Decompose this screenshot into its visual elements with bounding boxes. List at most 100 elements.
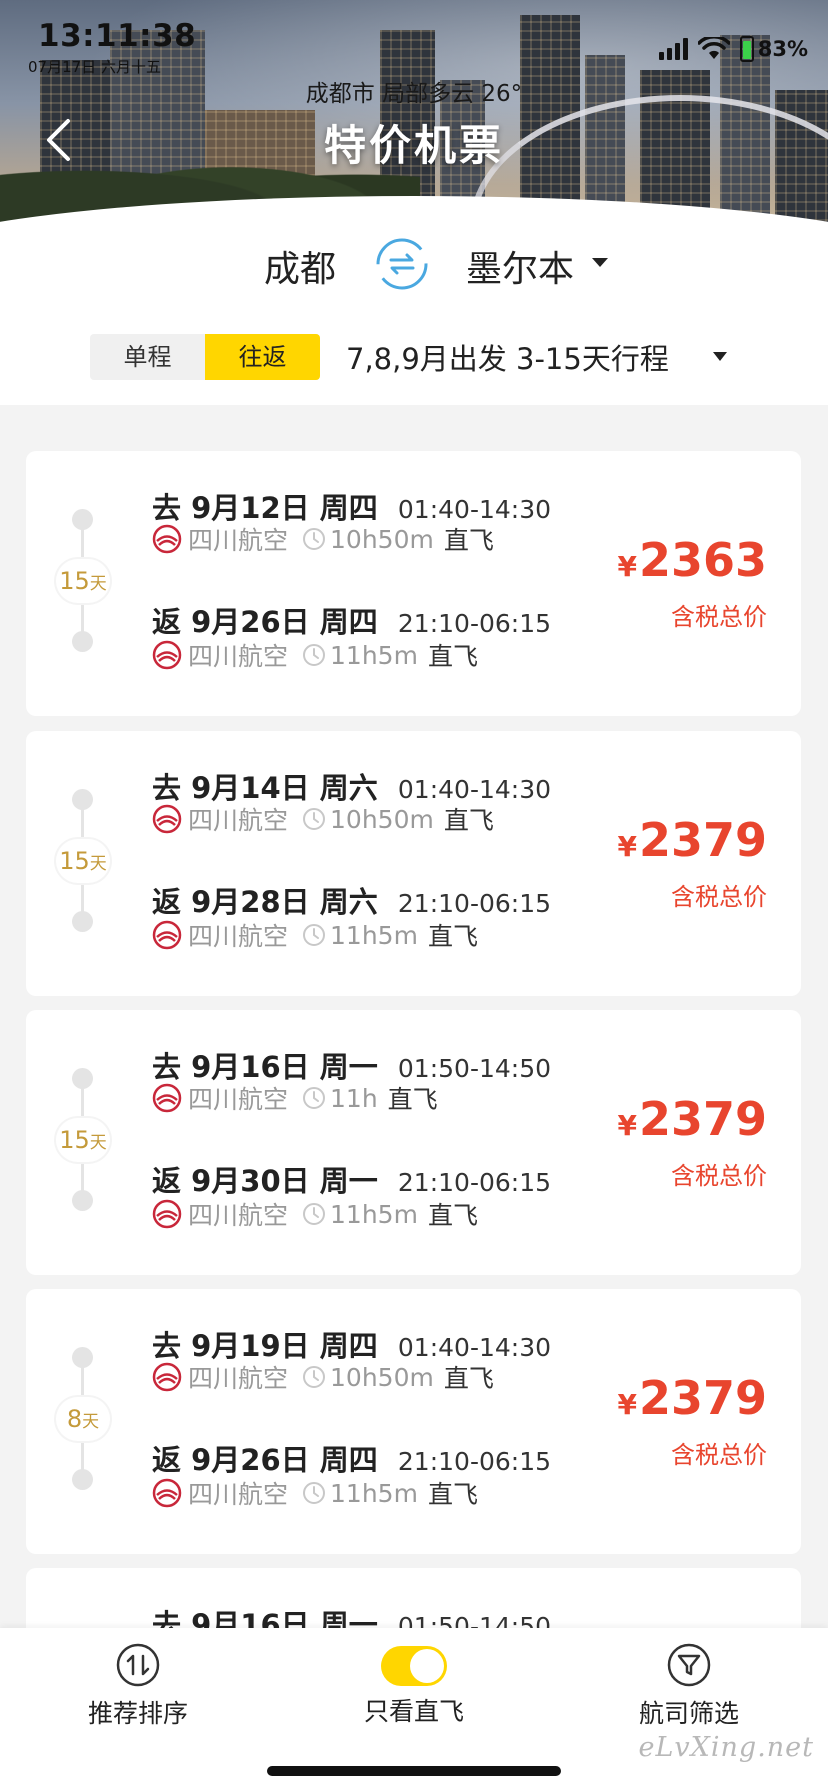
- return-leg-details: 四川航空 11h5m 直飞: [152, 1475, 478, 1511]
- flight-type: 直飞: [427, 642, 478, 671]
- wifi-icon: [697, 37, 730, 59]
- flight-duration: 11h5m: [330, 640, 418, 670]
- trip-days-value: 15: [59, 847, 90, 875]
- leg-direction: 去: [152, 1050, 182, 1084]
- flight-type: 直飞: [443, 526, 494, 555]
- destination-city[interactable]: 墨尔本: [466, 240, 574, 292]
- airline-filter-label: 航司筛选: [638, 1699, 739, 1728]
- leg-date: 9月19日: [191, 1329, 310, 1363]
- leg-weekday: 周四: [319, 1329, 378, 1363]
- price-value: 2379: [638, 813, 767, 867]
- flight-type: 直飞: [427, 922, 478, 951]
- sort-tab[interactable]: 推荐排序: [38, 1642, 238, 1730]
- flight-duration: 11h5m: [330, 1478, 418, 1508]
- trip-days-unit: 天: [82, 1412, 100, 1432]
- leg-weekday: 周六: [319, 771, 378, 805]
- leg-direction: 去: [152, 491, 182, 525]
- leg-times: 21:10-06:15: [397, 1447, 552, 1476]
- flight-card[interactable]: 8天 去 9月19日 周四 01:40-14:30 四川航空 10h50m 直飞…: [26, 1289, 801, 1554]
- leg-weekday: 周四: [319, 605, 378, 639]
- airline-name: 四川航空: [188, 1480, 289, 1509]
- timeline-dot-outbound: [72, 509, 93, 530]
- trip-type-toggle: 单程 往返: [90, 334, 320, 380]
- leg-date: 9月26日: [191, 605, 310, 639]
- destination-dropdown-caret-icon[interactable]: [592, 258, 608, 267]
- return-leg-details: 四川航空 11h5m 直飞: [152, 1196, 478, 1232]
- sort-label: 推荐排序: [87, 1699, 188, 1728]
- status-indicators: 83%: [658, 36, 808, 62]
- direct-only-toggle[interactable]: [381, 1646, 447, 1686]
- leg-times: 21:10-06:15: [397, 609, 552, 638]
- trip-days-badge: 8天: [56, 1397, 110, 1441]
- flight-type: 直飞: [443, 806, 494, 835]
- currency-symbol: ¥: [617, 550, 637, 583]
- leg-date: 9月16日: [191, 1050, 310, 1084]
- site-watermark: eLvXing.net: [638, 1732, 814, 1763]
- date-range-caret-icon[interactable]: [713, 352, 727, 361]
- timeline-dot-return: [72, 911, 93, 932]
- outbound-leg-details: 四川航空 10h50m 直飞: [152, 1359, 494, 1395]
- currency-symbol: ¥: [617, 830, 637, 863]
- leg-direction: 返: [152, 885, 182, 919]
- trip-days-unit: 天: [89, 574, 107, 594]
- clock-icon: [303, 528, 326, 550]
- timeline-dot-return: [72, 631, 93, 652]
- leg-direction: 返: [152, 1443, 182, 1477]
- flight-card[interactable]: 15天 去 9月12日 周四 01:40-14:30 四川航空 10h50m 直…: [26, 451, 801, 716]
- trip-type-oneway[interactable]: 单程: [90, 334, 205, 380]
- status-time: 13:11:38: [38, 18, 197, 54]
- flight-duration: 11h5m: [330, 920, 418, 950]
- leg-direction: 返: [152, 605, 182, 639]
- leg-weekday: 周四: [319, 1443, 378, 1477]
- direct-only-tab[interactable]: 只看直飞: [314, 1642, 514, 1728]
- leg-direction: 返: [152, 1164, 182, 1198]
- date-range-filter[interactable]: 7,8,9月出发 3-15天行程: [346, 336, 669, 378]
- clock-icon: [303, 1482, 326, 1504]
- timeline-dot-return: [72, 1190, 93, 1211]
- sichuan-airlines-logo-icon: [152, 1199, 182, 1229]
- flight-type: 直飞: [427, 1480, 478, 1509]
- price: ¥2379: [617, 1092, 767, 1146]
- airline-name: 四川航空: [188, 1085, 289, 1114]
- flight-card[interactable]: 15天 去 9月14日 周六 01:40-14:30 四川航空 10h50m 直…: [26, 731, 801, 996]
- airline-name: 四川航空: [188, 1364, 289, 1393]
- trip-type-roundtrip[interactable]: 往返: [205, 334, 320, 380]
- leg-times: 21:10-06:15: [397, 1168, 552, 1197]
- trip-days-badge: 15天: [56, 559, 110, 603]
- flight-type: 直飞: [443, 1364, 494, 1393]
- weather-info: 成都市 局部多云 26°: [305, 81, 523, 107]
- origin-city[interactable]: 成都: [264, 240, 336, 292]
- clock-icon: [303, 1203, 326, 1225]
- return-leg-head: 返 9月26日 周四 21:10-06:15: [152, 599, 551, 641]
- trip-days-unit: 天: [89, 854, 107, 874]
- return-leg-head: 返 9月30日 周一 21:10-06:15: [152, 1158, 551, 1200]
- sort-arrows-icon: [116, 1643, 160, 1687]
- funnel-icon: [667, 1643, 711, 1687]
- flight-card[interactable]: 15天 去 9月16日 周一 01:50-14:50 四川航空 11h 直飞 返…: [26, 1010, 801, 1275]
- airline-name: 四川航空: [188, 922, 289, 951]
- leg-times: 01:50-14:50: [397, 1054, 552, 1083]
- leg-times: 21:10-06:15: [397, 889, 552, 918]
- leg-direction: 去: [152, 1329, 182, 1363]
- leg-date: 9月28日: [191, 885, 310, 919]
- bottom-toolbar: 推荐排序 只看直飞 航司筛选 eLvXing.net: [0, 1628, 828, 1792]
- price: ¥2379: [617, 1371, 767, 1425]
- airline-filter-tab[interactable]: 航司筛选: [589, 1642, 789, 1730]
- sichuan-airlines-logo-icon: [152, 640, 182, 670]
- return-leg-details: 四川航空 11h5m 直飞: [152, 637, 478, 673]
- currency-symbol: ¥: [617, 1388, 637, 1421]
- return-leg-head: 返 9月26日 周四 21:10-06:15: [152, 1437, 551, 1479]
- home-indicator[interactable]: [267, 1766, 561, 1776]
- direct-only-label: 只看直飞: [363, 1697, 464, 1726]
- flight-type: 直飞: [387, 1085, 438, 1114]
- price-value: 2379: [638, 1371, 767, 1425]
- battery-icon: 83%: [739, 36, 808, 62]
- swap-route-icon[interactable]: [372, 234, 432, 294]
- return-leg-head: 返 9月28日 周六 21:10-06:15: [152, 879, 551, 921]
- leg-direction: 去: [152, 771, 182, 805]
- airline-name: 四川航空: [188, 1201, 289, 1230]
- sichuan-airlines-logo-icon: [152, 524, 182, 554]
- sichuan-airlines-logo-icon: [152, 1478, 182, 1508]
- airline-name: 四川航空: [188, 526, 289, 555]
- flight-duration: 11h: [330, 1083, 378, 1113]
